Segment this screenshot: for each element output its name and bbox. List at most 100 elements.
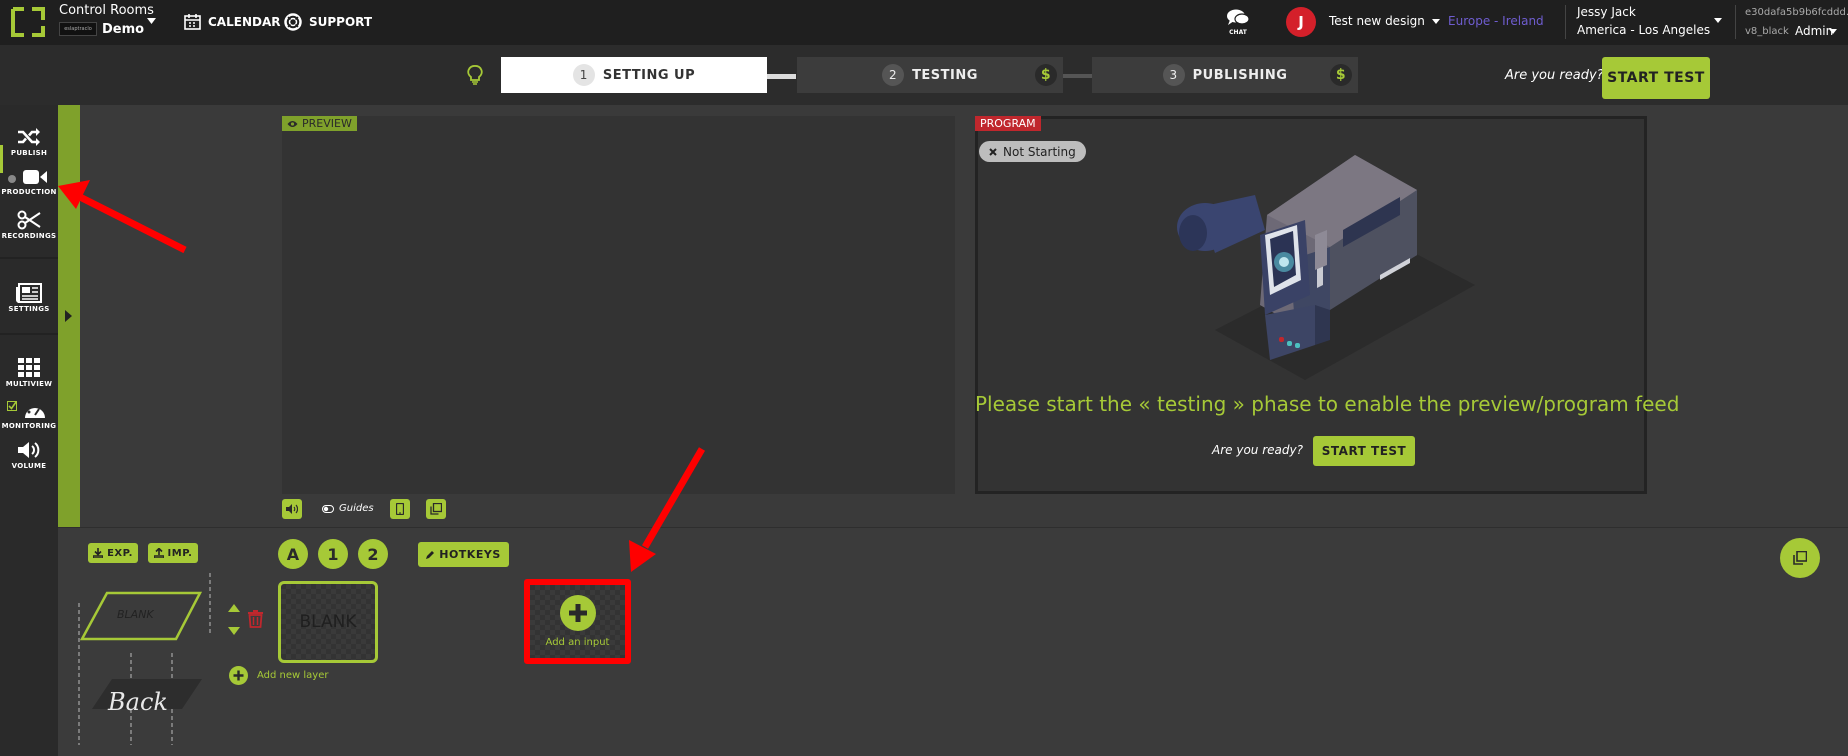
add-layer-button[interactable]: Add new layer xyxy=(229,666,328,685)
paid-icon: $ xyxy=(1330,64,1352,86)
move-up-icon[interactable] xyxy=(228,604,240,612)
pencil-icon xyxy=(426,550,435,559)
guides-label: Guides xyxy=(339,503,374,514)
hotkeys-label: HOTKEYS xyxy=(439,548,501,561)
plus-circle-icon xyxy=(229,666,248,685)
sidebar-label: PUBLISH xyxy=(10,149,48,157)
preview-tag-label: PREVIEW xyxy=(302,117,352,130)
program-start-test-button[interactable]: START TEST xyxy=(1313,436,1415,466)
step-label: PUBLISHING xyxy=(1192,67,1288,83)
add-input-label: Add an input xyxy=(545,637,610,648)
sidebar-item-recordings[interactable]: RECORDINGS xyxy=(0,210,58,240)
mobile-icon xyxy=(396,503,404,515)
layer-button-2[interactable]: 2 xyxy=(358,539,388,569)
sidebar-item-volume[interactable]: VOLUME xyxy=(0,440,58,470)
layer-stack xyxy=(77,573,217,745)
step-label: SETTING UP xyxy=(602,67,696,83)
step-connector xyxy=(766,74,796,79)
calendar-link[interactable]: CALENDAR xyxy=(184,13,280,30)
step-publishing[interactable]: 3 PUBLISHING $ xyxy=(1092,57,1358,93)
step-connector xyxy=(1062,74,1092,78)
panel-collapse-strip[interactable] xyxy=(58,105,80,527)
status-badge: Not Starting xyxy=(979,141,1086,162)
sidebar-divider xyxy=(0,257,58,259)
program-ready-prompt: Are you ready? xyxy=(1212,443,1303,457)
lifebuoy-icon xyxy=(284,13,302,31)
guides-toggle[interactable]: Guides xyxy=(322,503,374,514)
eye-icon xyxy=(287,120,298,128)
ready-prompt: Are you ready? xyxy=(1505,68,1604,83)
step-bar: 1 SETTING UP 2 TESTING $ 3 PUBLISHING $ … xyxy=(0,45,1848,105)
plus-circle-icon xyxy=(559,595,596,631)
role-dropdown-icon[interactable] xyxy=(1829,29,1837,34)
blank-layer-label[interactable]: BLANK xyxy=(117,608,154,621)
support-link[interactable]: SUPPORT xyxy=(284,13,372,31)
start-test-button[interactable]: START TEST xyxy=(1602,57,1710,99)
sidebar-item-production[interactable]: PRODUCTION xyxy=(0,168,58,196)
sidebar-item-settings[interactable]: SETTINGS xyxy=(0,283,58,313)
sidebar-label: SETTINGS xyxy=(8,305,50,313)
user-name[interactable]: Jessy Jack xyxy=(1577,5,1636,19)
support-label: SUPPORT xyxy=(309,15,373,29)
lightbulb-icon[interactable] xyxy=(467,65,483,85)
role-label[interactable]: Admin xyxy=(1795,24,1833,38)
toggle-icon xyxy=(322,504,334,513)
layer-button-a[interactable]: A xyxy=(278,539,308,569)
newspaper-icon xyxy=(16,283,42,303)
sidebar-item-publish[interactable]: PUBLISH xyxy=(0,127,58,157)
preview-monitor[interactable] xyxy=(282,116,955,494)
sidebar-label: MONITORING xyxy=(1,422,57,430)
upload-icon xyxy=(153,548,164,558)
sidebar-item-multiview[interactable]: MULTIVIEW xyxy=(0,358,58,388)
scissors-icon xyxy=(17,210,41,230)
design-label: Test new design xyxy=(1329,14,1425,28)
topbar-divider-2 xyxy=(1735,5,1736,39)
move-down-icon[interactable] xyxy=(228,627,240,635)
sidebar-divider xyxy=(0,333,58,335)
step-number: 1 xyxy=(572,64,595,86)
paid-icon: $ xyxy=(1035,64,1057,86)
topbar-divider xyxy=(1565,5,1566,39)
layer-button-1[interactable]: 1 xyxy=(318,539,348,569)
add-layer-label: Add new layer xyxy=(257,670,329,681)
download-icon xyxy=(93,548,104,558)
step-setting-up[interactable]: 1 SETTING UP xyxy=(501,57,767,93)
hotkeys-button[interactable]: HOTKEYS xyxy=(418,542,509,567)
user-timezone[interactable]: America - Los Angeles xyxy=(1577,23,1710,37)
step-number: 2 xyxy=(882,64,905,86)
preview-tag: PREVIEW xyxy=(282,116,357,131)
mobile-view-button[interactable] xyxy=(390,499,410,519)
speaker-icon xyxy=(286,504,298,514)
region-label[interactable]: Europe - Ireland xyxy=(1448,14,1544,28)
blank-source-tile[interactable]: BLANK xyxy=(278,581,378,663)
caret-right-icon xyxy=(65,310,72,322)
trash-icon[interactable] xyxy=(248,610,263,628)
sidebar-item-monitoring[interactable]: MONITORING xyxy=(0,400,58,430)
export-button[interactable]: EXP. xyxy=(88,543,138,563)
app-logo-icon[interactable] xyxy=(10,6,46,38)
org-name[interactable]: Demo xyxy=(102,22,144,37)
external-window-icon xyxy=(430,503,442,515)
add-input-button[interactable]: Add an input xyxy=(530,585,625,658)
design-selector[interactable]: Test new design xyxy=(1329,14,1440,28)
dashboard-gauge-icon xyxy=(23,400,47,420)
top-bar: Control Rooms eslaptraclo Demo CALENDAR … xyxy=(0,0,1848,45)
popout-panel-button[interactable] xyxy=(1780,538,1820,578)
app-title: Control Rooms xyxy=(59,3,154,18)
shuffle-icon xyxy=(17,127,41,147)
preview-audio-button[interactable] xyxy=(282,499,302,519)
step-testing[interactable]: 2 TESTING $ xyxy=(797,57,1063,93)
user-avatar[interactable]: J xyxy=(1286,7,1316,37)
chevron-down-icon xyxy=(1431,18,1440,24)
org-logo: eslaptraclo xyxy=(59,22,97,36)
sidebar-label: PRODUCTION xyxy=(1,188,57,196)
popout-button[interactable] xyxy=(426,499,446,519)
user-dropdown-icon[interactable] xyxy=(1714,18,1722,23)
back-layer-label[interactable]: Back xyxy=(108,688,168,716)
step-number: 3 xyxy=(1162,64,1185,86)
org-dropdown-icon[interactable] xyxy=(147,18,156,24)
sidebar-label: RECORDINGS xyxy=(1,232,57,240)
chat-button[interactable]: CHAT xyxy=(1226,9,1250,36)
import-button[interactable]: IMP. xyxy=(148,543,198,563)
account-id: e30dafa5b9b6fcddd... xyxy=(1745,7,1848,18)
